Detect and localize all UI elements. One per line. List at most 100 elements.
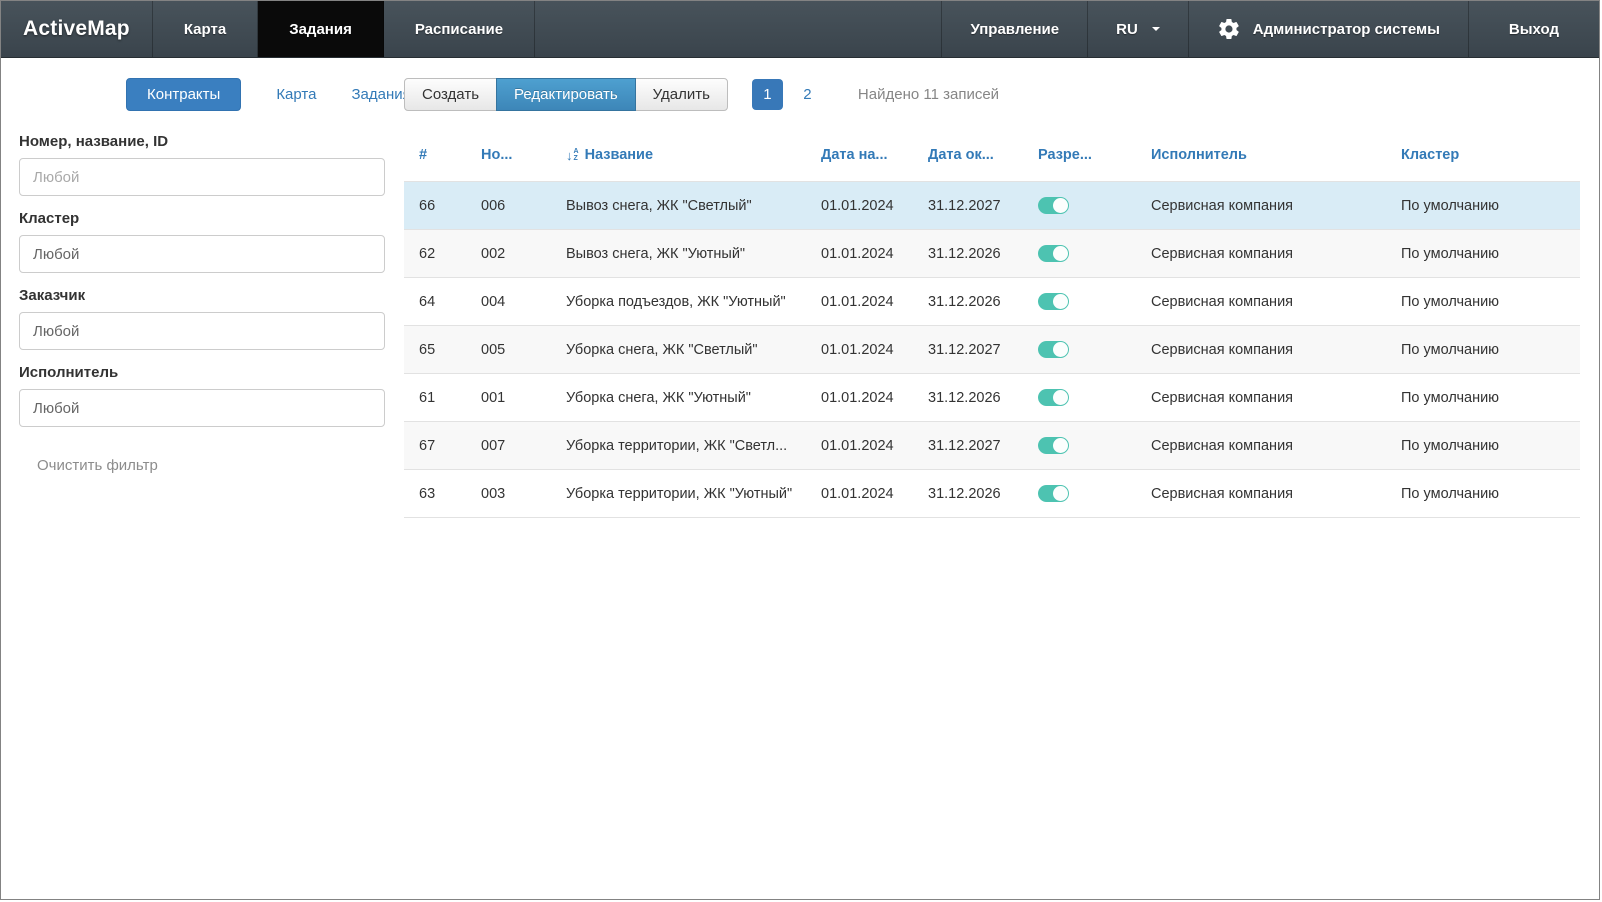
column-header-id[interactable]: # (404, 133, 466, 182)
cell-enabled (1023, 374, 1136, 422)
nav-tab-tasks[interactable]: Задания (258, 1, 384, 57)
content-area: Создать Редактировать Удалить 1 2 Найден… (401, 58, 1599, 518)
page-button-1[interactable]: 1 (752, 79, 783, 110)
nav-user-section[interactable]: Администратор системы (1188, 1, 1468, 57)
enabled-toggle[interactable] (1038, 197, 1069, 214)
cell-enabled (1023, 326, 1136, 374)
enabled-toggle[interactable] (1038, 437, 1069, 454)
logout-button[interactable]: Выход (1468, 1, 1599, 57)
cell-id: 62 (404, 230, 466, 278)
enabled-toggle[interactable] (1038, 293, 1069, 310)
create-button[interactable]: Создать (404, 78, 497, 111)
cell-date-start: 01.01.2024 (806, 470, 913, 518)
filter-label-executor: Исполнитель (19, 364, 385, 381)
filter-label-customer: Заказчик (19, 287, 385, 304)
table-row[interactable]: 63 003 Уборка территории, ЖК "Уютный" 01… (404, 470, 1580, 518)
chevron-down-icon (1152, 27, 1160, 31)
cell-cluster: По умолчанию (1386, 470, 1580, 518)
toggle-knob (1053, 342, 1068, 357)
cell-cluster: По умолчанию (1386, 230, 1580, 278)
table-body: 66 006 Вывоз снега, ЖК "Светлый" 01.01.2… (404, 182, 1580, 518)
cell-enabled (1023, 278, 1136, 326)
nav-management[interactable]: Управление (941, 1, 1087, 57)
cell-enabled (1023, 182, 1136, 230)
cell-id: 61 (404, 374, 466, 422)
actions-row: Создать Редактировать Удалить 1 2 Найден… (404, 78, 1580, 111)
cell-executor: Сервисная компания (1136, 470, 1386, 518)
edit-button[interactable]: Редактировать (496, 78, 636, 111)
cell-number: 004 (466, 278, 551, 326)
column-header-date-end[interactable]: Дата ок... (913, 133, 1023, 182)
clear-filter-link[interactable]: Очистить фильтр (37, 457, 158, 474)
table-row[interactable]: 66 006 Вывоз снега, ЖК "Светлый" 01.01.2… (404, 182, 1580, 230)
subtab-map[interactable]: Карта (276, 86, 316, 103)
table-row[interactable]: 64 004 Уборка подъездов, ЖК "Уютный" 01.… (404, 278, 1580, 326)
filter-group-search: Номер, название, ID (19, 133, 385, 196)
language-dropdown[interactable]: RU (1087, 1, 1188, 57)
enabled-toggle[interactable] (1038, 341, 1069, 358)
cell-number: 003 (466, 470, 551, 518)
cell-date-end: 31.12.2026 (913, 470, 1023, 518)
enabled-toggle[interactable] (1038, 389, 1069, 406)
table-row[interactable]: 67 007 Уборка территории, ЖК "Светл... 0… (404, 422, 1580, 470)
cell-executor: Сервисная компания (1136, 230, 1386, 278)
contracts-table: # Но... ↓ A Z (404, 133, 1580, 518)
filter-label-cluster: Кластер (19, 210, 385, 227)
cell-enabled (1023, 422, 1136, 470)
cell-executor: Сервисная компания (1136, 326, 1386, 374)
table-row[interactable]: 65 005 Уборка снега, ЖК "Светлый" 01.01.… (404, 326, 1580, 374)
cell-date-start: 01.01.2024 (806, 326, 913, 374)
top-navbar: ActiveMap Карта Задания Расписание Управ… (1, 1, 1599, 58)
toggle-knob (1053, 294, 1068, 309)
sort-alpha-asc-icon: ↓ A Z (566, 148, 579, 163)
cell-executor: Сервисная компания (1136, 374, 1386, 422)
nav-tab-schedule[interactable]: Расписание (384, 1, 535, 57)
cell-date-start: 01.01.2024 (806, 374, 913, 422)
customer-input[interactable] (19, 312, 385, 350)
table-row[interactable]: 62 002 Вывоз снега, ЖК "Уютный" 01.01.20… (404, 230, 1580, 278)
delete-button[interactable]: Удалить (635, 78, 728, 111)
cell-date-start: 01.01.2024 (806, 278, 913, 326)
cell-id: 63 (404, 470, 466, 518)
column-header-executor[interactable]: Исполнитель (1136, 133, 1386, 182)
sidebar: Контракты Карта Задания Номер, название,… (1, 58, 401, 475)
cell-date-start: 01.01.2024 (806, 230, 913, 278)
cell-name: Уборка территории, ЖК "Светл... (551, 422, 806, 470)
app-window: ActiveMap Карта Задания Расписание Управ… (0, 0, 1600, 900)
toggle-knob (1053, 486, 1068, 501)
gear-icon[interactable] (1217, 17, 1241, 41)
cell-id: 67 (404, 422, 466, 470)
cell-name: Уборка подъездов, ЖК "Уютный" (551, 278, 806, 326)
enabled-toggle[interactable] (1038, 245, 1069, 262)
column-header-date-start[interactable]: Дата на... (806, 133, 913, 182)
cell-cluster: По умолчанию (1386, 422, 1580, 470)
cell-number: 007 (466, 422, 551, 470)
cell-number: 002 (466, 230, 551, 278)
column-header-enabled[interactable]: Разре... (1023, 133, 1136, 182)
table-header-row: # Но... ↓ A Z (404, 133, 1580, 182)
subnav-tabs: Контракты Карта Задания (126, 78, 401, 111)
nav-tab-map[interactable]: Карта (153, 1, 258, 57)
language-label: RU (1116, 21, 1138, 38)
subtab-contracts[interactable]: Контракты (126, 78, 241, 111)
cell-date-start: 01.01.2024 (806, 182, 913, 230)
cell-name: Уборка снега, ЖК "Светлый" (551, 326, 806, 374)
cluster-input[interactable] (19, 235, 385, 273)
table-row[interactable]: 61 001 Уборка снега, ЖК "Уютный" 01.01.2… (404, 374, 1580, 422)
toggle-knob (1053, 390, 1068, 405)
executor-input[interactable] (19, 389, 385, 427)
column-header-name[interactable]: ↓ A Z Название (551, 133, 806, 182)
column-header-number[interactable]: Но... (466, 133, 551, 182)
filter-group-executor: Исполнитель (19, 364, 385, 427)
search-input[interactable] (19, 158, 385, 196)
crud-button-group: Создать Редактировать Удалить (404, 78, 728, 111)
filter-group-customer: Заказчик (19, 287, 385, 350)
cell-executor: Сервисная компания (1136, 278, 1386, 326)
cell-name: Вывоз снега, ЖК "Уютный" (551, 230, 806, 278)
toggle-knob (1053, 438, 1068, 453)
page-button-2[interactable]: 2 (792, 79, 823, 110)
cell-date-end: 31.12.2026 (913, 374, 1023, 422)
cell-name: Вывоз снега, ЖК "Светлый" (551, 182, 806, 230)
column-header-cluster[interactable]: Кластер (1386, 133, 1580, 182)
enabled-toggle[interactable] (1038, 485, 1069, 502)
